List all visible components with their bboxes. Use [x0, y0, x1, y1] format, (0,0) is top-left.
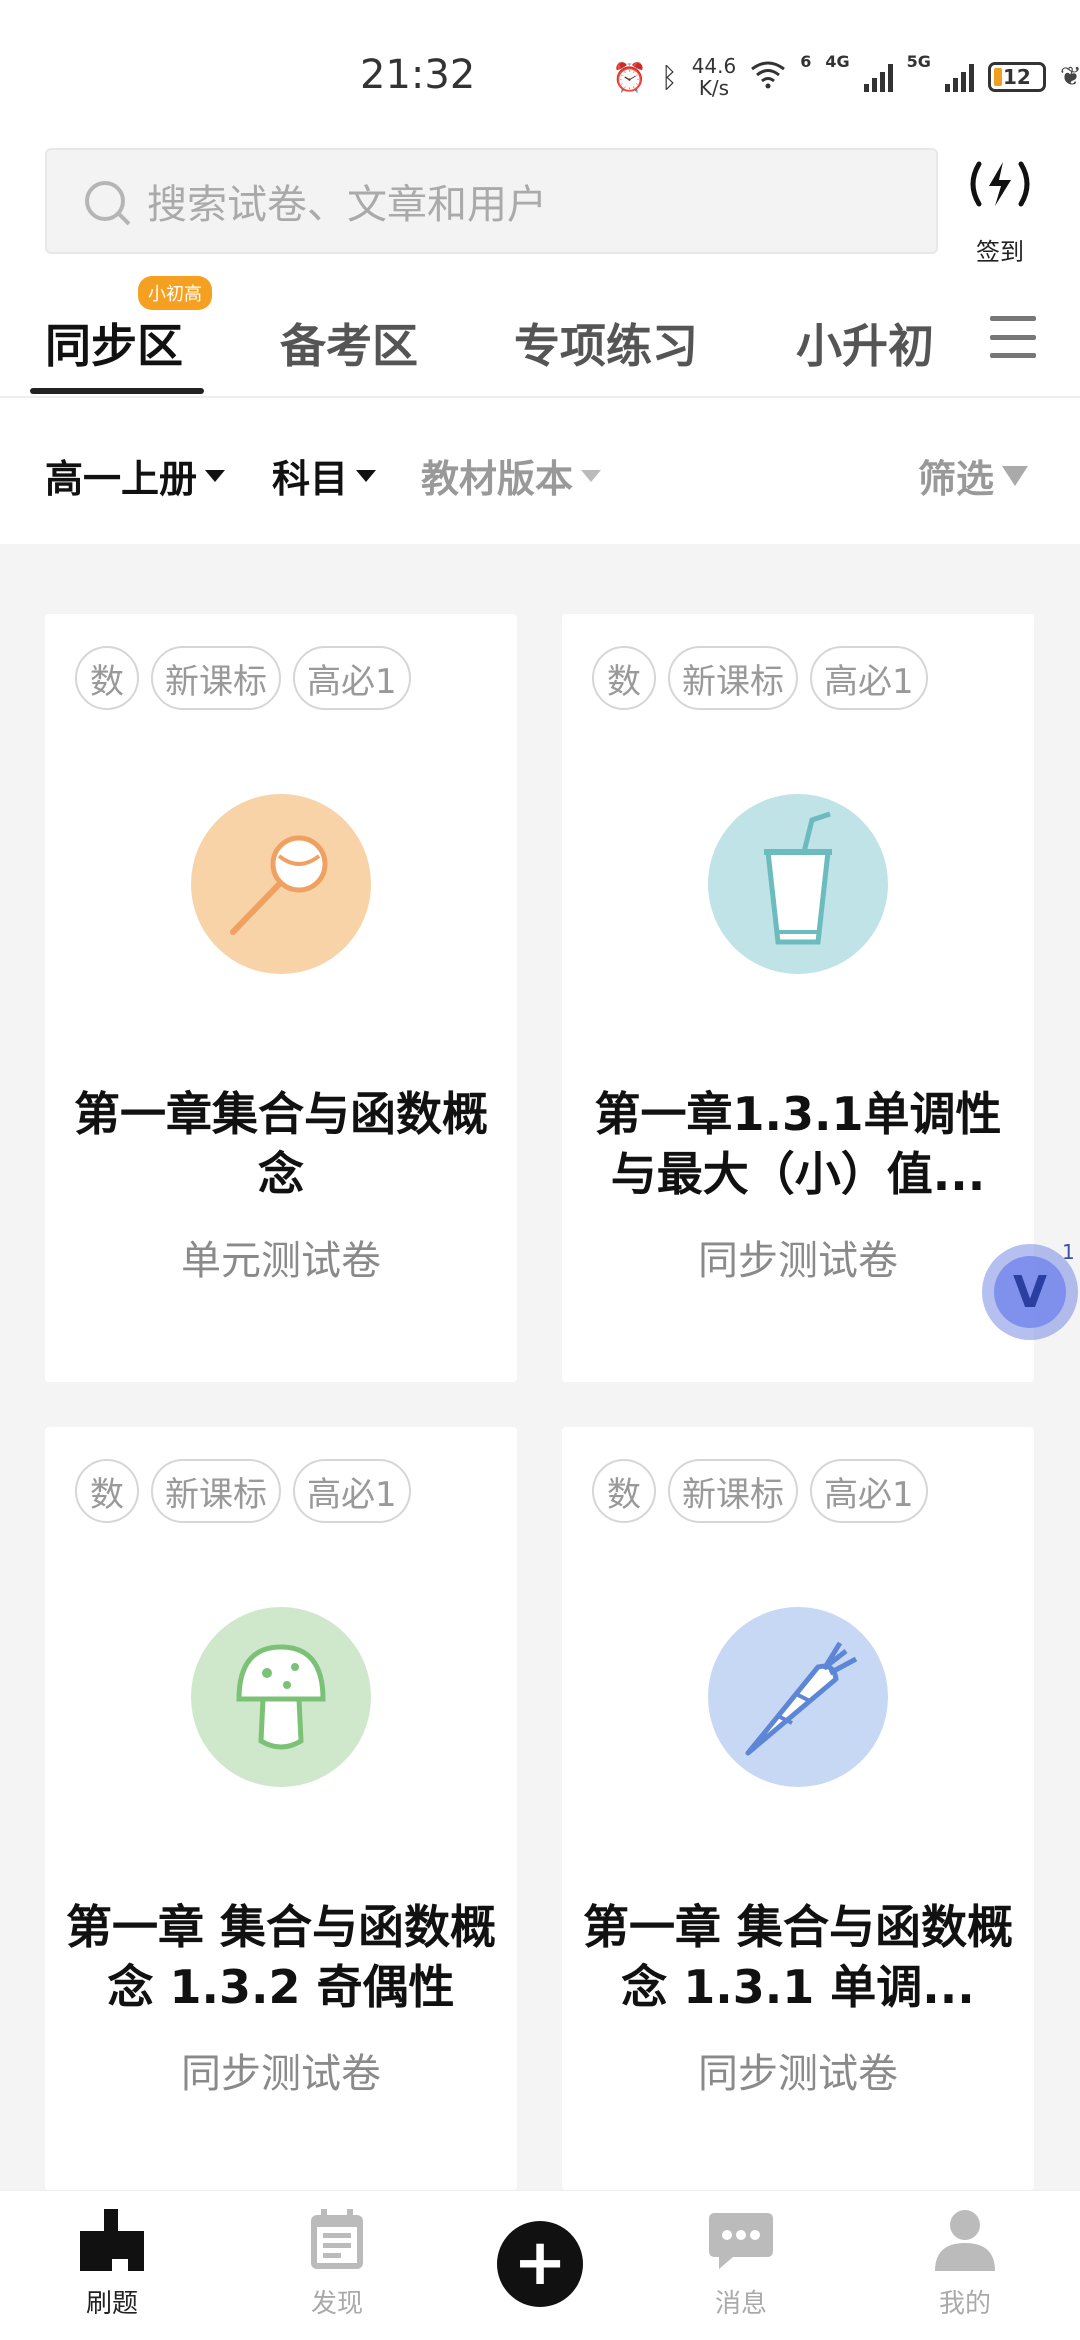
card-subtitle: 同步测试卷: [698, 1238, 898, 1284]
paper-card[interactable]: 数 新课标 高必1 第一章 集合与函数概念 1.3.1 单调... 同步测试卷: [562, 1427, 1034, 2190]
chat-icon: [707, 2209, 775, 2271]
tag-book: 高必1: [293, 1459, 411, 1523]
nav-label: 我的: [938, 2289, 991, 2319]
nav-item-me[interactable]: 我的: [890, 2209, 1040, 2320]
status-bar: 21:32 ⏰ ᛒ 44.6 K/s 6 4G 5G 12 ❦: [0, 0, 1080, 140]
network-5g-label: 5G: [906, 52, 931, 71]
mushroom-icon: [191, 1607, 371, 1787]
edition-dropdown[interactable]: 教材版本: [421, 448, 602, 503]
tab-special-practice[interactable]: 专项练习: [514, 310, 698, 376]
carrot-icon: [708, 1607, 888, 1787]
chevron-down-icon: [581, 469, 602, 482]
tag-book: 高必1: [810, 646, 928, 710]
leaf-icon: ❦: [1059, 62, 1080, 92]
card-title: 第一章集合与函数概念: [74, 1087, 488, 1201]
tag-curriculum: 新课标: [668, 1459, 798, 1523]
search-placeholder: 搜索试卷、文章和用户: [147, 182, 547, 228]
lollipop-icon: [191, 794, 371, 974]
card-tags: 数 新课标 高必1: [75, 1459, 411, 1523]
bottom-nav: 刷题 发现 + 消息 我的: [0, 2190, 1080, 2340]
card-tags: 数 新课标 高必1: [592, 646, 928, 710]
card-title: 第一章 集合与函数概念 1.3.2 奇偶性: [65, 1900, 496, 2014]
tag-subject: 数: [592, 646, 656, 710]
chevron-down-icon: [356, 469, 377, 482]
tag-curriculum: 新课标: [151, 646, 281, 710]
filter-button[interactable]: 筛选: [918, 448, 1029, 503]
signal-5g-icon: [944, 62, 974, 92]
menu-icon[interactable]: [990, 316, 1036, 358]
card-subtitle: 同步测试卷: [181, 2051, 381, 2097]
checkin-bolt-icon: [955, 156, 1045, 224]
tag-curriculum: 新课标: [668, 646, 798, 710]
grade-label: 高一上册: [45, 457, 198, 501]
nav-label: 刷题: [85, 2289, 138, 2319]
funnel-icon: [1002, 465, 1029, 486]
nav-item-messages[interactable]: 消息: [666, 2209, 816, 2320]
tab-underline: [30, 388, 204, 394]
v-logo-icon: V: [994, 1256, 1066, 1328]
card-tags: 数 新课标 高必1: [592, 1459, 928, 1523]
net-speed: 44.6 K/s: [692, 55, 737, 99]
chevron-down-icon: [205, 469, 226, 482]
subject-dropdown[interactable]: 科目: [272, 448, 377, 503]
bluetooth-icon: ᛒ: [660, 60, 678, 94]
nav-label: 发现: [310, 2289, 363, 2319]
network-4g-label: 4G: [825, 52, 850, 71]
nav-item-practice[interactable]: 刷题: [37, 2209, 187, 2320]
status-time: 21:32: [360, 52, 476, 98]
grade-dropdown[interactable]: 高一上册: [45, 448, 226, 503]
edition-label: 教材版本: [421, 457, 574, 501]
subject-label: 科目: [272, 457, 349, 501]
search-input[interactable]: 搜索试卷、文章和用户: [45, 148, 938, 254]
card-title: 第一章1.3.1单调性与最大（小）值...: [594, 1087, 1002, 1201]
battery-icon: 12: [987, 62, 1046, 92]
card-tags: 数 新课标 高必1: [75, 646, 411, 710]
paper-card[interactable]: 数 新课标 高必1 第一章 集合与函数概念 1.3.2 奇偶性 同步测试卷: [45, 1427, 517, 2190]
card-title: 第一章 集合与函数概念 1.3.1 单调...: [582, 1900, 1013, 2014]
net-speed-unit: K/s: [698, 76, 730, 100]
tab-badge: 小初高: [138, 276, 212, 310]
person-icon: [931, 2209, 999, 2271]
nav-item-discover[interactable]: 发现: [262, 2209, 412, 2320]
paper-card[interactable]: 数 新课标 高必1 第一章1.3.1单调性与最大（小）值... 同步测试卷: [562, 614, 1034, 1382]
search-row: 搜索试卷、文章和用户 签到: [0, 140, 1080, 270]
card-subtitle: 单元测试卷: [181, 1238, 381, 1284]
network-6-label: 6: [800, 52, 812, 71]
wifi-icon: [750, 59, 786, 96]
tag-curriculum: 新课标: [151, 1459, 281, 1523]
nav-label: 消息: [714, 2289, 767, 2319]
card-subtitle: 同步测试卷: [698, 2051, 898, 2097]
filter-bar: 高一上册 科目 教材版本 筛选: [0, 398, 1080, 544]
alarm-icon: ⏰: [612, 60, 647, 94]
tag-subject: 数: [592, 1459, 656, 1523]
filter-label: 筛选: [918, 457, 995, 501]
tag-book: 高必1: [293, 646, 411, 710]
tab-primary-to-middle[interactable]: 小升初: [796, 310, 934, 376]
floating-badge: 1: [1062, 1240, 1075, 1264]
search-icon: [85, 181, 125, 221]
drink-cup-icon: [708, 794, 888, 974]
tag-subject: 数: [75, 646, 139, 710]
net-speed-value: 44.6: [691, 54, 737, 78]
tab-sync[interactable]: 同步区: [45, 310, 183, 376]
brush-icon: [78, 2209, 146, 2271]
tag-book: 高必1: [810, 1459, 928, 1523]
paper-card[interactable]: 数 新课标 高必1 第一章集合与函数概念 单元测试卷: [45, 614, 517, 1382]
battery-level: 12: [1002, 65, 1031, 89]
checkin-label: 签到: [976, 238, 1024, 266]
signal-4g-icon: [863, 62, 893, 92]
status-icons: ⏰ ᛒ 44.6 K/s 6 4G 5G 12 ❦: [612, 52, 1080, 102]
tab-exam-prep[interactable]: 备考区: [280, 310, 418, 376]
calendar-icon: [303, 2209, 371, 2271]
plus-icon[interactable]: +: [497, 2221, 583, 2307]
tab-bar: 同步区 小初高 备考区 专项练习 小升初: [0, 270, 1080, 398]
checkin-button[interactable]: 签到: [955, 156, 1045, 267]
tag-subject: 数: [75, 1459, 139, 1523]
